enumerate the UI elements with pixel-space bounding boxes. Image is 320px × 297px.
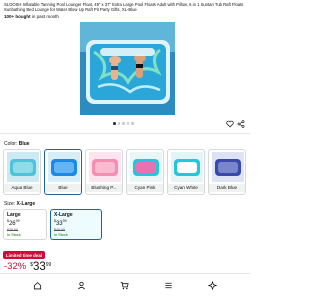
gallery-dot[interactable]	[126, 122, 129, 125]
bought-count-bold: 100+ bought	[4, 14, 31, 19]
color-option-blue[interactable]: Blue	[44, 149, 82, 195]
gallery-dot[interactable]	[122, 122, 125, 125]
color-option-cyan-pink[interactable]: Cyan Pink	[126, 149, 164, 195]
menu-icon[interactable]	[164, 281, 173, 290]
gallery-dot[interactable]	[113, 122, 116, 125]
size-stock-status: In Stock	[54, 232, 68, 237]
size-price: $2699	[7, 218, 43, 228]
color-swatches: Aqua Blue Blue Blushing P... Cyan Pink C…	[3, 149, 246, 195]
swatch-image	[212, 152, 244, 182]
swatch-image	[7, 152, 39, 182]
swatch-image	[130, 152, 162, 182]
swatch-label: Blue	[45, 184, 81, 192]
size-price: $3399	[54, 218, 98, 228]
color-option-dark-blue[interactable]: Dark Blue	[208, 149, 246, 195]
price-fraction: 99	[45, 262, 52, 268]
cart-icon[interactable]	[120, 281, 130, 290]
price-block: -32% $ 33 99	[4, 261, 51, 273]
swatch-label: Cyan White	[168, 184, 204, 192]
size-selector-label: Size: X-Large	[4, 201, 35, 207]
swatch-image	[171, 152, 203, 182]
gallery-dots	[113, 122, 134, 125]
bottom-nav-bar	[0, 273, 250, 297]
size-options: Large $2699 $39.99 In Stock X-Large $339…	[3, 209, 102, 240]
product-image[interactable]	[80, 22, 175, 115]
home-icon[interactable]	[33, 281, 42, 290]
size-price-fraction: 99	[15, 219, 20, 223]
bought-count-rest: in past month	[30, 14, 59, 19]
gallery-dot[interactable]	[131, 122, 134, 125]
size-stock-status: In Stock	[7, 232, 21, 237]
discount-percent: -32%	[4, 261, 27, 272]
product-title: SLOOSH Inflatable Tanning Pool Lounger F…	[4, 2, 244, 13]
swatch-label: Blushing P...	[86, 184, 122, 192]
price-whole: 33	[32, 261, 46, 273]
size-selected: X-Large	[16, 201, 36, 207]
swatch-image	[89, 152, 121, 182]
swatch-label: Dark Blue	[209, 184, 245, 192]
bought-count: 100+ bought in past month	[4, 14, 59, 19]
size-label: Size:	[4, 201, 17, 207]
color-option-aqua-blue[interactable]: Aqua Blue	[3, 149, 41, 195]
size-price-whole: 26	[8, 221, 16, 227]
gallery-dot[interactable]	[117, 122, 120, 125]
swatch-label: Aqua Blue	[4, 184, 40, 192]
color-option-blushing-pink[interactable]: Blushing P...	[85, 149, 123, 195]
size-price-whole: 33	[55, 221, 63, 227]
swatch-label: Cyan Pink	[127, 184, 163, 192]
assistant-icon[interactable]	[207, 281, 217, 290]
limited-deal-badge: Limited time deal	[3, 251, 45, 259]
section-divider	[0, 133, 250, 134]
color-selector-label: Color: Blue	[4, 141, 30, 147]
color-label: Color:	[4, 141, 19, 147]
color-selected: Blue	[18, 141, 30, 147]
color-option-cyan-white[interactable]: Cyan White	[167, 149, 205, 195]
size-option-large[interactable]: Large $2699 $39.99 In Stock	[3, 209, 47, 240]
heart-icon[interactable]	[226, 120, 234, 128]
swatch-image	[48, 152, 80, 182]
size-option-x-large[interactable]: X-Large $3399 $49.99 In Stock	[50, 209, 102, 240]
profile-icon[interactable]	[77, 281, 86, 290]
share-icon[interactable]	[237, 120, 245, 128]
size-price-fraction: 99	[62, 219, 67, 223]
